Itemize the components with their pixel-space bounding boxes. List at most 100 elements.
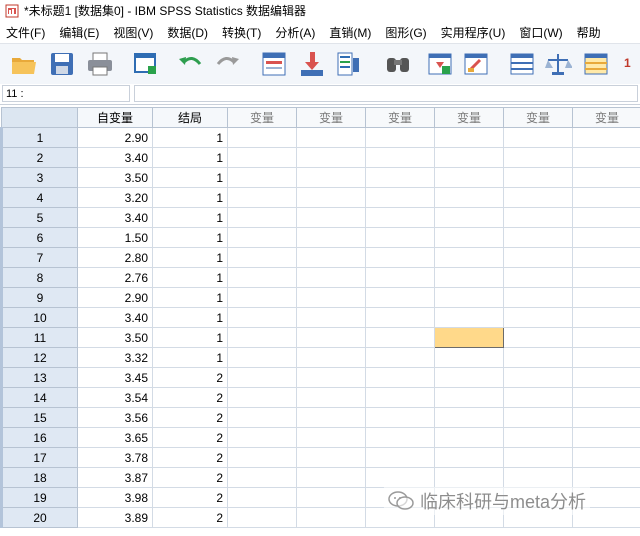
variables-icon[interactable] [334,50,362,78]
data-cell[interactable]: 3.78 [77,447,153,468]
empty-cell[interactable] [434,447,504,468]
data-cell[interactable]: 1 [152,287,228,308]
data-cell[interactable]: 3.40 [77,207,153,228]
empty-cell[interactable] [365,387,435,408]
empty-cell[interactable] [434,347,504,368]
empty-cell[interactable] [296,187,366,208]
data-cell[interactable]: 1 [152,167,228,188]
empty-cell[interactable] [503,147,573,168]
data-cell[interactable]: 3.56 [77,407,153,428]
data-cell[interactable]: 3.32 [77,347,153,368]
insert-cases-icon[interactable] [426,50,454,78]
data-cell[interactable]: 1 [152,147,228,168]
empty-cell[interactable] [296,467,366,488]
insert-variable-icon[interactable] [462,50,490,78]
empty-cell[interactable] [434,367,504,388]
active-cell[interactable] [434,327,504,348]
empty-cell[interactable] [434,267,504,288]
empty-cell[interactable] [227,427,297,448]
data-cell[interactable]: 1 [152,207,228,228]
row-header[interactable]: 5 [0,207,78,228]
empty-cell[interactable] [503,427,573,448]
data-cell[interactable]: 2 [152,507,228,528]
empty-cell[interactable] [365,367,435,388]
empty-cell[interactable] [434,127,504,148]
menu-utilities[interactable]: 实用程序(U) [435,24,514,41]
empty-cell[interactable] [572,427,640,448]
empty-cell[interactable] [296,487,366,508]
row-header[interactable]: 7 [0,247,78,268]
data-cell[interactable]: 3.65 [77,427,153,448]
data-cell[interactable]: 3.87 [77,467,153,488]
empty-cell[interactable] [296,327,366,348]
data-cell[interactable]: 2.90 [77,287,153,308]
empty-cell[interactable] [296,147,366,168]
empty-cell[interactable] [572,347,640,368]
empty-cell[interactable] [434,407,504,428]
empty-cell[interactable] [365,427,435,448]
empty-cell[interactable] [503,127,573,148]
empty-cell[interactable] [503,267,573,288]
empty-cell[interactable] [572,387,640,408]
empty-cell[interactable] [365,207,435,228]
data-cell[interactable]: 3.89 [77,507,153,528]
column-header[interactable]: 变量 [365,107,435,128]
print-icon[interactable] [86,50,114,78]
grid-corner[interactable] [1,107,78,128]
empty-cell[interactable] [434,207,504,228]
empty-cell[interactable] [503,467,573,488]
empty-cell[interactable] [227,507,297,528]
empty-cell[interactable] [503,207,573,228]
empty-cell[interactable] [227,327,297,348]
empty-cell[interactable] [434,247,504,268]
empty-cell[interactable] [434,227,504,248]
menu-graphs[interactable]: 图形(G) [379,24,434,41]
empty-cell[interactable] [365,307,435,328]
empty-cell[interactable] [227,167,297,188]
empty-cell[interactable] [227,307,297,328]
save-icon[interactable] [48,50,76,78]
empty-cell[interactable] [572,407,640,428]
weight-cases-icon[interactable] [544,50,573,78]
empty-cell[interactable] [296,307,366,328]
row-header[interactable]: 6 [0,227,78,248]
empty-cell[interactable] [227,127,297,148]
empty-cell[interactable] [296,387,366,408]
select-cases-icon[interactable] [582,50,610,78]
menu-direct-marketing[interactable]: 直销(M) [323,24,379,41]
data-cell[interactable]: 1 [152,227,228,248]
empty-cell[interactable] [227,267,297,288]
empty-cell[interactable] [227,247,297,268]
menu-transform[interactable]: 转换(T) [216,24,269,41]
empty-cell[interactable] [227,467,297,488]
empty-cell[interactable] [365,147,435,168]
empty-cell[interactable] [296,427,366,448]
empty-cell[interactable] [572,467,640,488]
empty-cell[interactable] [365,447,435,468]
empty-cell[interactable] [572,327,640,348]
undo-icon[interactable] [176,50,204,78]
empty-cell[interactable] [572,147,640,168]
empty-cell[interactable] [227,187,297,208]
empty-cell[interactable] [296,507,366,528]
row-header[interactable]: 11 [0,327,78,348]
row-header[interactable]: 17 [0,447,78,468]
menu-analyze[interactable]: 分析(A) [269,24,323,41]
row-header[interactable]: 2 [0,147,78,168]
empty-cell[interactable] [296,407,366,428]
empty-cell[interactable] [365,267,435,288]
data-cell[interactable]: 3.45 [77,367,153,388]
empty-cell[interactable] [227,207,297,228]
data-cell[interactable]: 2.90 [77,127,153,148]
empty-cell[interactable] [296,167,366,188]
empty-cell[interactable] [572,287,640,308]
empty-cell[interactable] [503,307,573,328]
column-header[interactable]: 结局 [152,107,228,128]
data-cell[interactable]: 1 [152,307,228,328]
row-header[interactable]: 3 [0,167,78,188]
empty-cell[interactable] [434,187,504,208]
menu-data[interactable]: 数据(D) [161,24,216,41]
empty-cell[interactable] [296,347,366,368]
column-header[interactable]: 变量 [296,107,366,128]
data-cell[interactable]: 2.80 [77,247,153,268]
